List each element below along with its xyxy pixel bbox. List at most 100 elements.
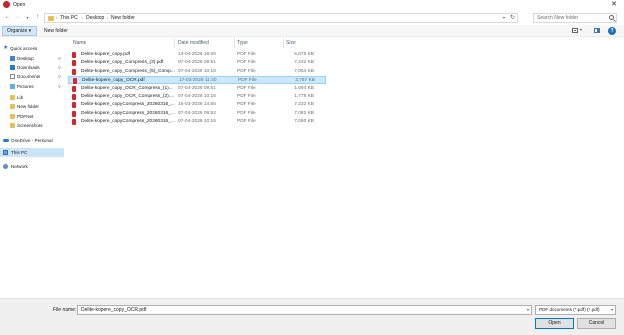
file-row[interactable]: Delite-kopere_copyCompress_20260316_... … — [68, 101, 326, 109]
file-name-label: File name: — [53, 307, 77, 313]
file-row[interactable]: Delite-kopere_copy.pdf 13-04-2026 16:00 … — [68, 51, 326, 59]
file-type: PDF File — [237, 94, 256, 99]
recent-locations-chevron-icon[interactable]: ▾ — [23, 13, 32, 22]
refresh-icon[interactable]: ↻ — [510, 14, 515, 21]
file-type: PDF File — [237, 119, 256, 124]
file-name: Delite-kopere_copy_OCR.pdf — [82, 78, 145, 83]
sidebar-item-network[interactable]: Network — [0, 162, 64, 171]
column-divider[interactable] — [283, 38, 284, 48]
file-type: PDF File — [237, 52, 256, 57]
column-header-name[interactable]: Name — [73, 40, 86, 46]
organize-button[interactable]: Organize ▾ — [2, 26, 37, 36]
chevron-down-icon[interactable]: ▾ — [611, 306, 613, 314]
computer-icon — [3, 150, 8, 155]
pdf-file-icon — [72, 102, 76, 108]
sidebar-item-lib[interactable]: Lib — [0, 93, 64, 102]
file-date: 07-04-2026 10:16 — [178, 119, 216, 124]
file-name-value: Delite-kopere_copy_OCR.pdf — [81, 307, 147, 313]
breadcrumb-separator-icon: › — [82, 15, 84, 20]
pin-icon: ⚲ — [58, 65, 61, 70]
sidebar-item-label: Quick access — [10, 46, 38, 51]
sidebar-item-documents[interactable]: Documents ⚲ — [0, 72, 64, 81]
column-divider[interactable] — [234, 38, 235, 48]
sidebar-item-screenshots[interactable]: Screenshots — [0, 121, 64, 130]
file-type: PDF File — [237, 60, 256, 65]
folder-icon — [10, 123, 15, 128]
file-row[interactable]: Delite-kopere_copy_Compress_(5)_Comp... … — [68, 68, 326, 76]
column-header-size[interactable]: Size — [286, 40, 296, 46]
new-folder-button[interactable]: New folder — [44, 28, 68, 34]
close-icon[interactable]: ✕ — [606, 0, 622, 9]
search-placeholder: Search New folder — [537, 15, 579, 21]
forward-arrow-icon[interactable]: → — [13, 13, 22, 22]
sidebar-item-this-pc[interactable]: This PC — [0, 148, 64, 157]
column-header-type[interactable]: Type — [237, 40, 248, 46]
breadcrumb-desktop[interactable]: Desktop — [86, 15, 104, 21]
sidebar-item-label: This PC — [11, 150, 28, 155]
sidebar-item-pdfnet[interactable]: PDFNet — [0, 112, 64, 121]
file-type-value: PDF documents (*.pdf) (*.pdf) — [539, 307, 600, 312]
file-date: 16-03-2026 14:56 — [178, 102, 216, 107]
file-row[interactable]: Delite-kopere_copy_OCR_Compress_(2).... … — [68, 93, 326, 101]
chevron-down-icon[interactable]: ▾ — [527, 306, 529, 314]
file-row[interactable]: Delite-kopere_copy_Compress_(3).pdf 07-0… — [68, 59, 326, 67]
column-header-row: Name Date modified Type Size — [68, 38, 568, 49]
file-type: PDF File — [237, 111, 256, 116]
file-type: PDF File — [237, 86, 256, 91]
breadcrumb-this-pc[interactable]: This PC — [60, 15, 78, 21]
file-name: Delite-kopere_copyCompress_20260316_... — [81, 119, 175, 124]
sidebar-item-new-folder[interactable]: New folder — [0, 102, 64, 111]
change-view-icon[interactable] — [572, 28, 578, 33]
folder-icon — [48, 16, 54, 21]
file-row[interactable]: Delite-kopere_copyCompress_20260316_... … — [68, 110, 326, 118]
file-row[interactable]: Delite-kopere_copyCompress_20260316_... … — [68, 118, 326, 126]
pdf-file-icon — [72, 119, 76, 125]
pdf-file-icon — [73, 78, 77, 84]
sidebar-item-desktop[interactable]: Desktop ⚲ — [0, 54, 64, 63]
help-icon[interactable]: ? — [608, 27, 616, 35]
sidebar-item-label: Pictures — [17, 84, 34, 89]
sidebar-item-onedrive[interactable]: OneDrive - Personal — [0, 136, 64, 145]
file-type-select[interactable]: PDF documents (*.pdf) (*.pdf) ▾ — [535, 305, 616, 315]
sidebar-item-quick-access[interactable]: ★ Quick access — [0, 44, 64, 53]
file-size: 6,675 KB — [294, 52, 314, 57]
sidebar-item-pictures[interactable]: Pictures ⚲ — [0, 82, 64, 91]
file-name: Delite-kopere_copy_Compress_(3).pdf — [81, 60, 164, 65]
file-date: 07-04-2026 09:52 — [178, 111, 216, 116]
breadcrumb-separator-icon: › — [56, 15, 58, 20]
file-name-field[interactable]: Delite-kopere_copy_OCR.pdf ▾ — [77, 305, 532, 315]
search-input[interactable]: Search New folder — [533, 13, 617, 23]
folder-icon — [10, 114, 15, 119]
breadcrumb-new-folder[interactable]: New folder — [111, 15, 135, 21]
file-name: Delite-kopere_copyCompress_20260316_... — [81, 111, 175, 116]
sidebar-item-label: Lib — [17, 95, 24, 100]
pdf-file-icon — [72, 111, 76, 117]
navigation-pane: ★ Quick access Desktop ⚲ Downloads ⚲ Doc… — [0, 40, 66, 298]
cancel-button[interactable]: Cancel — [577, 318, 616, 329]
file-date: 07-04-2026 10:16 — [178, 94, 216, 99]
back-arrow-icon[interactable]: ← — [3, 13, 12, 22]
open-button[interactable]: Open — [535, 318, 574, 329]
sidebar-item-label: OneDrive - Personal — [11, 138, 53, 143]
file-row[interactable]: Delite-kopere_copy_OCR_Compress_(1)... 0… — [68, 85, 326, 93]
window-title: Open — [13, 2, 26, 8]
sidebar-item-label: Documents — [17, 74, 41, 79]
pdf-file-icon — [72, 69, 76, 75]
up-arrow-icon[interactable]: ↑ — [33, 13, 42, 22]
file-size: 7,232 KB — [294, 102, 314, 107]
address-bar[interactable]: › This PC › Desktop › New folder ▾ ↻ — [44, 13, 518, 23]
column-divider[interactable] — [174, 38, 175, 48]
documents-icon — [10, 74, 15, 79]
sidebar-item-downloads[interactable]: Downloads ⚲ — [0, 63, 64, 72]
folder-icon — [10, 104, 15, 109]
command-toolbar: Organize ▾ New folder ▾ ? — [0, 25, 624, 37]
star-icon: ★ — [3, 45, 9, 51]
folder-icon — [10, 95, 15, 100]
file-row-selected[interactable]: Delite-kopere_copy_OCR.pdf 17-03-2026 11… — [68, 76, 326, 84]
address-dropdown-chevron-icon[interactable]: ▾ — [503, 15, 505, 20]
preview-pane-icon[interactable] — [594, 28, 600, 33]
column-header-date-modified[interactable]: Date modified — [178, 40, 209, 46]
breadcrumb-separator-icon: › — [107, 15, 109, 20]
view-options-chevron-icon[interactable]: ▾ — [580, 27, 582, 32]
pin-icon: ⚲ — [58, 84, 61, 89]
